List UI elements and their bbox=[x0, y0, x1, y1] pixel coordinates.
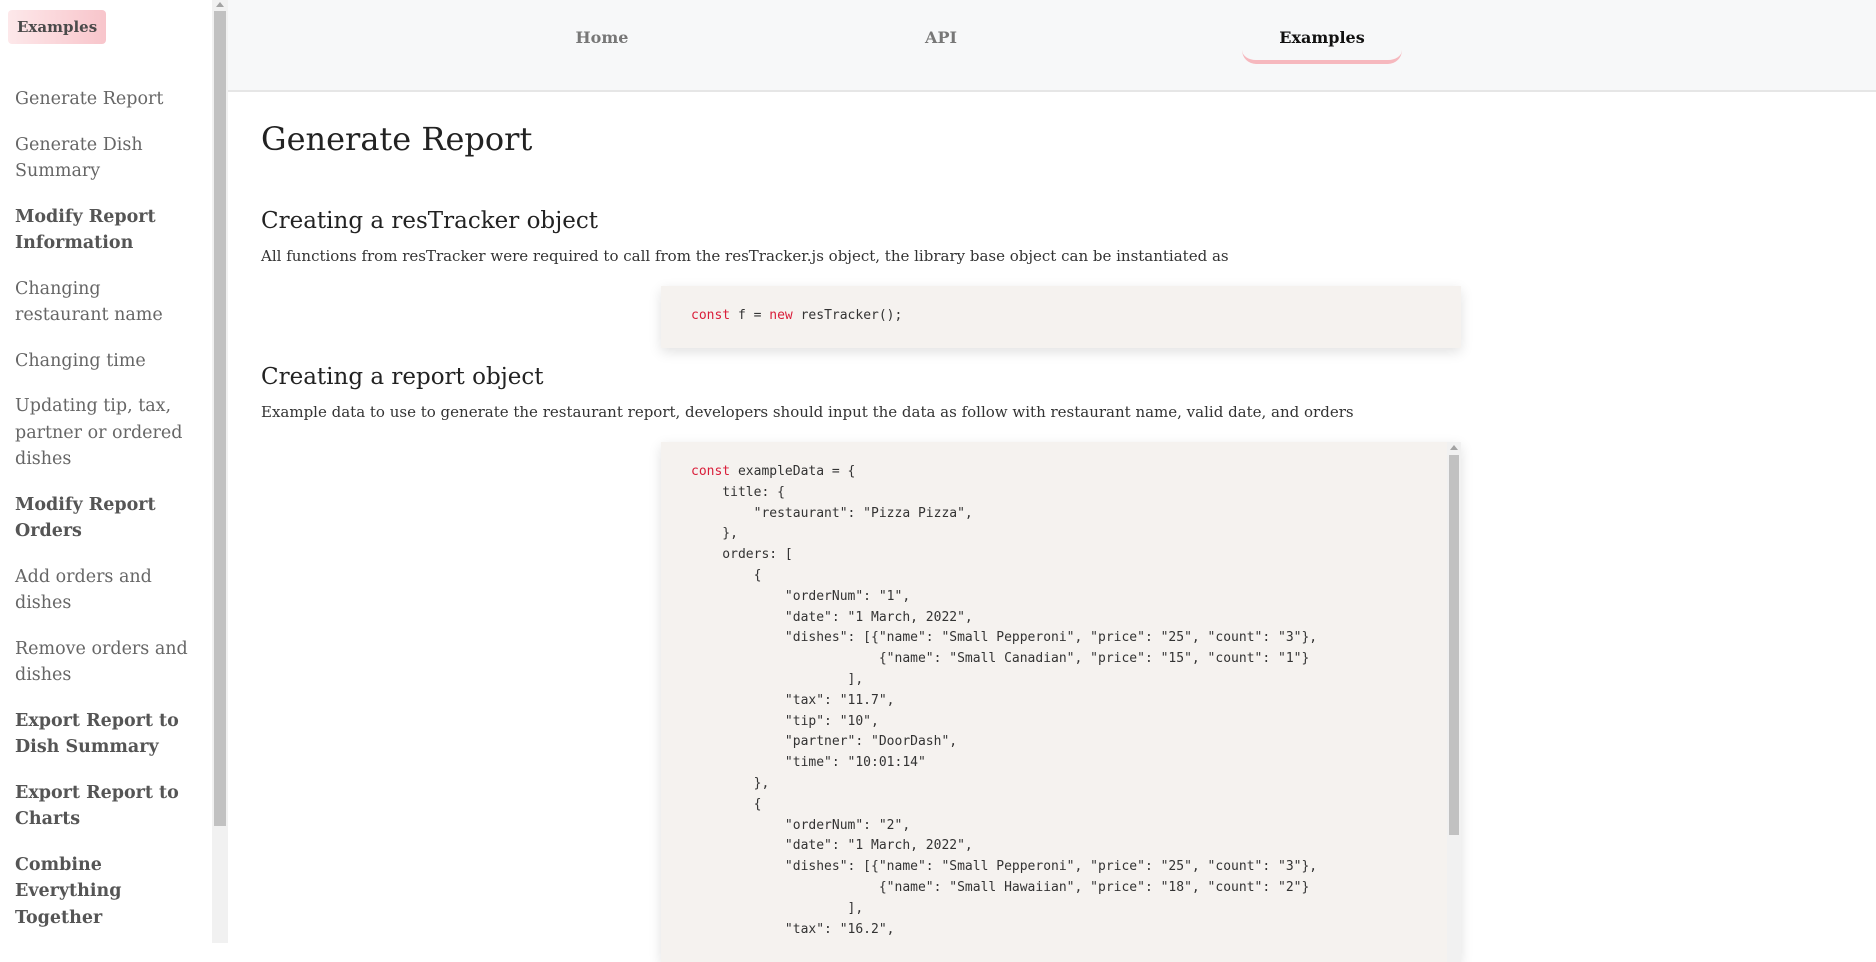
code-keyword: new bbox=[769, 308, 793, 323]
code-keyword: const bbox=[691, 464, 731, 479]
sidebar-item-generate-dish-summary[interactable]: Generate Dish Summary bbox=[15, 132, 195, 185]
code-restracker: const f = new resTracker(); bbox=[691, 308, 903, 323]
code-example-data: const exampleData = { title: { "restaura… bbox=[691, 464, 1318, 937]
scroll-up-arrow-icon[interactable] bbox=[1450, 445, 1458, 450]
scroll-up-arrow-icon[interactable] bbox=[216, 2, 224, 7]
sidebar-item-changing-restaurant-name[interactable]: Changing restaurant name bbox=[15, 276, 195, 329]
section-heading-report: Creating a report object bbox=[261, 364, 544, 390]
sidebar-item-modify-report-information[interactable]: Modify Report Information bbox=[15, 204, 195, 257]
sidebar-list: Generate Report Generate Dish Summary Mo… bbox=[15, 86, 195, 943]
code-keyword: const bbox=[691, 308, 731, 323]
sidebar: Examples Generate Report Generate Dish S… bbox=[0, 0, 212, 943]
sidebar-item-changing-time[interactable]: Changing time bbox=[15, 348, 195, 375]
sidebar-item-updating-tip-tax[interactable]: Updating tip, tax, partner or ordered di… bbox=[15, 393, 195, 473]
sidebar-scrollbar[interactable] bbox=[212, 0, 228, 943]
code-scrollbar[interactable] bbox=[1447, 442, 1461, 962]
section-text-report: Example data to use to generate the rest… bbox=[261, 403, 1354, 421]
tab-home[interactable]: Home bbox=[575, 26, 629, 60]
code-scrollbar-thumb[interactable] bbox=[1449, 455, 1459, 835]
section-text-restracker: All functions from resTracker were requi… bbox=[261, 247, 1229, 265]
sidebar-item-add-orders[interactable]: Add orders and dishes bbox=[15, 564, 195, 617]
section-heading-restracker: Creating a resTracker object bbox=[261, 208, 599, 234]
code-block-example-data[interactable]: const exampleData = { title: { "restaura… bbox=[661, 442, 1461, 962]
top-nav: Home API Examples bbox=[228, 0, 1876, 92]
sidebar-scrollbar-thumb[interactable] bbox=[214, 11, 226, 826]
sidebar-badge-examples[interactable]: Examples bbox=[8, 10, 107, 44]
sidebar-item-modify-report-orders[interactable]: Modify Report Orders bbox=[15, 492, 195, 545]
sidebar-item-export-dish-summary[interactable]: Export Report to Dish Summary bbox=[15, 708, 195, 761]
tab-examples[interactable]: Examples bbox=[1242, 26, 1402, 64]
page-title: Generate Report bbox=[261, 120, 533, 158]
sidebar-item-export-charts[interactable]: Export Report to Charts bbox=[15, 780, 195, 833]
sidebar-item-generate-report[interactable]: Generate Report bbox=[15, 86, 195, 113]
tab-api[interactable]: API bbox=[921, 26, 961, 60]
sidebar-item-remove-orders[interactable]: Remove orders and dishes bbox=[15, 636, 195, 689]
code-block-restracker: const f = new resTracker(); bbox=[661, 286, 1461, 348]
sidebar-item-combine-everything[interactable]: Combine Everything Together bbox=[15, 852, 195, 932]
